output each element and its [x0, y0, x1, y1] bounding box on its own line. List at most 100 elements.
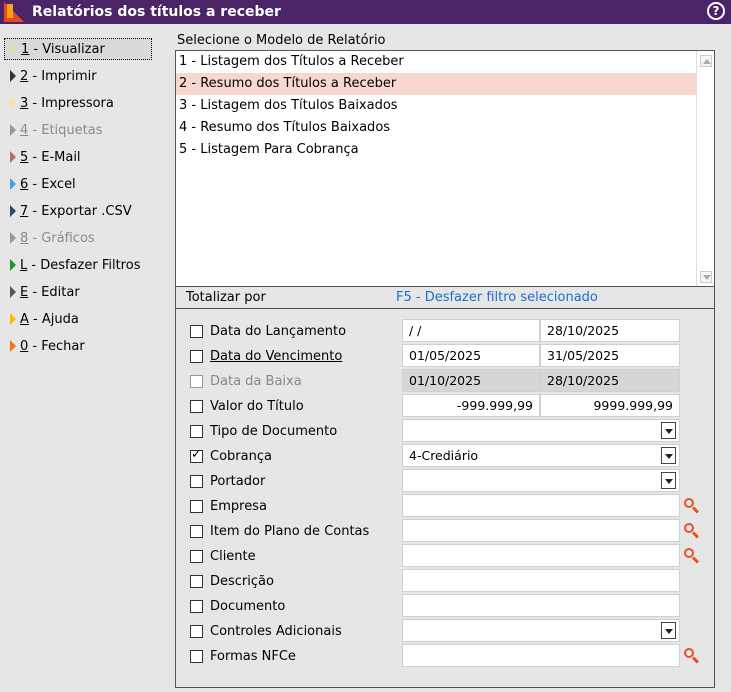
filter-label: Data da Baixa [210, 374, 302, 389]
filter-row-cliente: Cliente [176, 544, 714, 569]
menu-exportar-csv[interactable]: 7 - Exportar .CSV [4, 200, 152, 222]
filter-row-tipo-documento: Tipo de Documento [176, 419, 714, 444]
date-from-baixa[interactable]: 01/10/2025 [402, 369, 540, 392]
checkbox-controles-adicionais[interactable] [190, 625, 203, 638]
checkbox-plano-contas[interactable] [190, 525, 203, 538]
select-value: 4-Crediário [409, 448, 479, 463]
filter-row-formas-nfce: Formas NFCe [176, 644, 714, 669]
documento-input[interactable] [402, 594, 680, 617]
portador-select[interactable] [402, 469, 680, 492]
search-icon[interactable] [684, 548, 700, 564]
checkbox-cliente[interactable] [190, 550, 203, 563]
filter-row-data-vencimento: Data do Vencimento 01/05/2025 31/05/2025 [176, 344, 714, 369]
checkbox-valor-titulo[interactable] [190, 400, 203, 413]
menu-etiquetas[interactable]: 4 - Etiquetas [4, 119, 152, 141]
model-item[interactable]: 3 - Listagem dos Títulos Baixados [176, 95, 696, 117]
scroll-down-icon[interactable] [700, 271, 712, 283]
date-to-baixa[interactable]: 28/10/2025 [540, 369, 680, 392]
checkbox-cobranca[interactable] [190, 448, 203, 463]
menu-email[interactable]: 5 - E-Mail [4, 146, 152, 168]
formas-nfce-input[interactable] [402, 644, 680, 667]
filter-label: Tipo de Documento [210, 424, 338, 439]
help-icon[interactable]: ? [707, 2, 725, 20]
menu-desfazer-filtros[interactable]: L - Desfazer Filtros [4, 254, 152, 276]
menu-impressora[interactable]: 3 - Impressora [4, 92, 152, 114]
undo-filter-link[interactable]: F5 - Desfazer filtro selecionado [396, 290, 598, 305]
cobranca-select[interactable]: 4-Crediário [402, 444, 680, 467]
filter-row-empresa: Empresa [176, 494, 714, 519]
filter-row-plano-contas: Item do Plano de Contas [176, 519, 714, 544]
date-to-lancamento[interactable]: 28/10/2025 [540, 319, 680, 342]
play-icon [10, 232, 16, 244]
menu-fechar[interactable]: 0 - Fechar [4, 335, 152, 357]
filter-row-data-baixa: Data da Baixa 01/10/2025 28/10/2025 [176, 369, 714, 394]
checkbox-documento[interactable] [190, 600, 203, 613]
menu-label: - Imprimir [28, 68, 97, 84]
checkbox-portador[interactable] [190, 475, 203, 488]
value-to-input[interactable]: 9999.999,99 [540, 394, 680, 417]
menu-graficos[interactable]: 8 - Gráficos [4, 227, 152, 249]
date-from-vencimento[interactable]: 01/05/2025 [402, 344, 540, 367]
search-icon[interactable] [684, 648, 700, 664]
play-icon [10, 340, 16, 352]
model-item[interactable]: 1 - Listagem dos Títulos a Receber [176, 51, 696, 73]
cliente-input[interactable] [402, 544, 680, 567]
play-icon [10, 205, 16, 217]
value-from-input[interactable]: -999.999,99 [402, 394, 540, 417]
checkbox-empresa[interactable] [190, 500, 203, 513]
checkbox-data-lancamento[interactable] [190, 325, 203, 338]
menu-imprimir[interactable]: 2 - Imprimir [4, 65, 152, 87]
checkbox-tipo-documento[interactable] [190, 425, 203, 438]
menu-label: - Impressora [28, 95, 114, 111]
model-list[interactable]: 1 - Listagem dos Títulos a Receber 2 - R… [175, 50, 715, 288]
model-item-selected[interactable]: 2 - Resumo dos Títulos a Receber [176, 73, 696, 95]
filter-label: Controles Adicionais [210, 624, 342, 639]
totalizar-label: Totalizar por [186, 290, 266, 305]
play-icon [10, 151, 16, 163]
menu-label: - Exportar .CSV [28, 203, 132, 219]
menu-ajuda[interactable]: A - Ajuda [4, 308, 152, 330]
date-to-vencimento[interactable]: 31/05/2025 [540, 344, 680, 367]
filter-header: Totalizar por F5 - Desfazer filtro selec… [176, 287, 714, 309]
filter-row-documento: Documento [176, 594, 714, 619]
scroll-up-icon[interactable] [700, 55, 712, 67]
dropdown-arrow-icon[interactable] [661, 447, 676, 464]
model-item[interactable]: 5 - Listagem Para Cobrança [176, 139, 696, 161]
controles-adicionais-select[interactable] [402, 619, 680, 642]
filter-label: Portador [210, 474, 266, 489]
sidebar: 1 - Visualizar 2 - Imprimir 3 - Impresso… [0, 24, 155, 692]
menu-editar[interactable]: E - Editar [4, 281, 152, 303]
play-icon [10, 259, 16, 271]
model-item[interactable]: 4 - Resumo dos Títulos Baixados [176, 117, 696, 139]
search-icon[interactable] [684, 498, 700, 514]
menu-label: - Visualizar [29, 41, 105, 57]
filter-label: Empresa [210, 499, 267, 514]
checkbox-formas-nfce[interactable] [190, 650, 203, 663]
menu-visualizar[interactable]: 1 - Visualizar [4, 38, 152, 60]
date-from-lancamento[interactable]: / / [402, 319, 540, 342]
filter-label: Cobrança [210, 449, 272, 464]
menu-excel[interactable]: 6 - Excel [4, 173, 152, 195]
play-icon [10, 313, 16, 325]
filter-label: Data do Vencimento [210, 349, 343, 364]
dropdown-arrow-icon[interactable] [661, 472, 676, 489]
main-panel: Selecione o Modelo de Relatório 1 - List… [155, 24, 731, 692]
plano-contas-input[interactable] [402, 519, 680, 542]
dropdown-arrow-icon[interactable] [661, 622, 676, 639]
filter-row-controles-adicionais: Controles Adicionais [176, 619, 714, 644]
dropdown-arrow-icon[interactable] [661, 422, 676, 439]
checkbox-data-vencimento[interactable] [190, 350, 203, 363]
descricao-input[interactable] [402, 569, 680, 592]
play-icon [10, 178, 16, 190]
menu-key: E [20, 284, 29, 300]
checkbox-data-baixa[interactable] [190, 375, 203, 388]
filter-row-valor-titulo: Valor do Título -999.999,99 9999.999,99 [176, 394, 714, 419]
empresa-input[interactable] [402, 494, 680, 517]
search-icon[interactable] [684, 523, 700, 539]
filter-panel: Totalizar por F5 - Desfazer filtro selec… [175, 286, 715, 688]
menu-label: - Editar [28, 284, 80, 300]
tipo-documento-select[interactable] [402, 419, 680, 442]
filter-label: Item do Plano de Contas [210, 524, 370, 539]
checkbox-descricao[interactable] [190, 575, 203, 588]
model-list-scrollbar[interactable] [696, 51, 714, 287]
